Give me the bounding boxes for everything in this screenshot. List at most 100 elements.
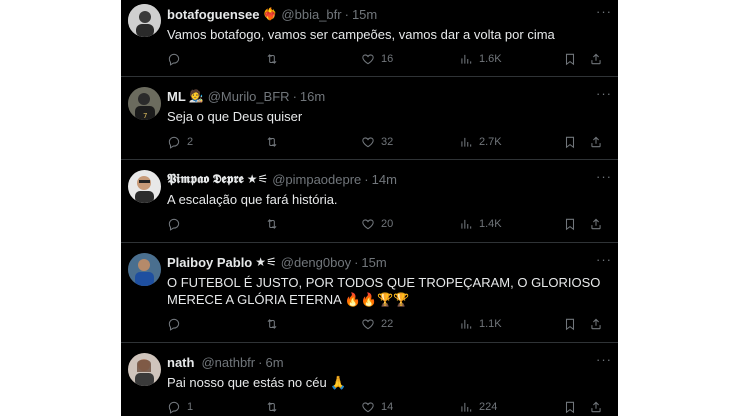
timestamp[interactable]: 15m [352, 7, 377, 22]
views-button[interactable]: 1.1K [459, 317, 563, 331]
tweet-text: Vamos botafogo, vamos ser campeões, vamo… [167, 27, 555, 42]
view-count: 1.1K [479, 318, 502, 330]
views-button[interactable]: 1.6K [459, 52, 563, 66]
timestamp[interactable]: 15m [361, 255, 386, 270]
bookmark-icon [563, 317, 577, 331]
bookmark-button[interactable] [563, 400, 589, 414]
retweet-button[interactable] [265, 400, 361, 414]
svg-text:7: 7 [143, 112, 147, 120]
retweet-button[interactable] [265, 135, 361, 149]
views-icon [459, 400, 473, 414]
reply-count: 1 [187, 401, 194, 413]
like-button[interactable]: 14 [361, 400, 459, 414]
bookmark-button[interactable] [563, 317, 589, 331]
user-handle[interactable]: @deng0boy [281, 255, 351, 270]
name-emoji: 🧑‍🎨 [188, 89, 204, 103]
separator-dot: · [258, 354, 263, 370]
share-button[interactable] [589, 217, 603, 231]
like-button[interactable]: 20 [361, 217, 459, 231]
like-count: 32 [381, 136, 394, 148]
user-handle[interactable]: @nathbfr [201, 355, 255, 370]
tweet-actions: 1 14 224 [167, 398, 608, 416]
user-handle[interactable]: @pimpaodepre [272, 172, 361, 187]
bookmark-icon [563, 135, 577, 149]
tweet-header: botafoguensee ❤️‍🔥 @bbia_bfr · 15m [167, 4, 610, 24]
display-name[interactable]: nath [167, 355, 194, 370]
tweet-text: Pai nosso que estás no céu 🙏 [167, 375, 347, 390]
like-count: 16 [381, 53, 394, 65]
retweet-button[interactable] [265, 317, 361, 331]
like-button[interactable]: 16 [361, 52, 459, 66]
more-options-icon[interactable]: ··· [596, 352, 612, 367]
view-count: 1.4K [479, 218, 502, 230]
avatar[interactable] [128, 253, 161, 286]
bookmark-button[interactable] [563, 52, 589, 66]
reply-button[interactable]: 1 [167, 400, 265, 414]
share-button[interactable] [589, 52, 603, 66]
reply-icon [167, 400, 181, 414]
more-options-icon[interactable]: ··· [596, 169, 612, 184]
retweet-button[interactable] [265, 217, 361, 231]
like-count: 14 [381, 401, 394, 413]
tweet[interactable]: 𝕻𝖎𝖒𝖕𝖆𝖔 𝕯𝖊𝖕𝖗𝖊 ★⚟ @pimpaodepre · 14m A esc… [121, 160, 618, 243]
user-handle[interactable]: @Murilo_BFR [208, 89, 290, 104]
reply-icon [167, 317, 181, 331]
more-options-icon[interactable]: ··· [596, 86, 612, 101]
views-button[interactable]: 1.4K [459, 217, 563, 231]
share-icon [589, 217, 603, 231]
timestamp[interactable]: 16m [300, 89, 325, 104]
like-button[interactable]: 22 [361, 317, 459, 331]
tweet-text: O FUTEBOL É JUSTO, POR TODOS QUE TROPEÇA… [167, 274, 610, 308]
like-count: 20 [381, 218, 394, 230]
avatar[interactable]: 7 [128, 87, 161, 120]
tweet[interactable]: Plaiboy Pablo ★⚟ @deng0boy · 15m O FUTEB… [121, 243, 618, 343]
separator-dot: · [354, 254, 359, 270]
views-icon [459, 317, 473, 331]
share-icon [589, 52, 603, 66]
tweet-actions: 2 32 2.7K [167, 133, 608, 151]
share-button[interactable] [589, 400, 603, 414]
bookmark-icon [563, 52, 577, 66]
reply-button[interactable]: 2 [167, 135, 265, 149]
views-button[interactable]: 224 [459, 400, 563, 414]
bookmark-icon [563, 217, 577, 231]
reply-icon [167, 135, 181, 149]
tweet[interactable]: botafoguensee ❤️‍🔥 @bbia_bfr · 15m Vamos… [121, 0, 618, 77]
reply-button[interactable] [167, 52, 265, 66]
name-emoji: ★⚟ [246, 172, 269, 186]
timestamp[interactable]: 6m [265, 355, 283, 370]
share-button[interactable] [589, 135, 603, 149]
more-options-icon[interactable]: ··· [596, 4, 612, 19]
name-emoji: ❤️‍🔥 [262, 7, 278, 21]
display-name[interactable]: Plaiboy Pablo [167, 255, 252, 270]
user-handle[interactable]: @bbia_bfr [281, 7, 341, 22]
views-button[interactable]: 2.7K [459, 135, 563, 149]
more-options-icon[interactable]: ··· [596, 252, 612, 267]
heart-icon [361, 217, 375, 231]
bookmark-button[interactable] [563, 217, 589, 231]
retweet-icon [265, 400, 279, 414]
tweet-actions: 16 1.6K [167, 50, 608, 68]
avatar[interactable] [128, 170, 161, 203]
timestamp[interactable]: 14m [372, 172, 397, 187]
views-icon [459, 52, 473, 66]
tweet-text: Seja o que Deus quiser [167, 109, 303, 124]
bookmark-button[interactable] [563, 135, 589, 149]
avatar[interactable] [128, 353, 161, 386]
heart-icon [361, 135, 375, 149]
avatar[interactable] [128, 4, 161, 37]
reply-button[interactable] [167, 217, 265, 231]
tweet-actions: 20 1.4K [167, 215, 608, 233]
display-name[interactable]: 𝕻𝖎𝖒𝖕𝖆𝖔 𝕯𝖊𝖕𝖗𝖊 [167, 171, 244, 187]
display-name[interactable]: ML [167, 89, 186, 104]
display-name[interactable]: botafoguensee [167, 7, 259, 22]
share-button[interactable] [589, 317, 603, 331]
tweet-text-line: MERECE A GLÓRIA ETERNA 🔥🔥🏆🏆 [167, 292, 410, 307]
share-icon [589, 317, 603, 331]
retweet-icon [265, 135, 279, 149]
like-button[interactable]: 32 [361, 135, 459, 149]
reply-button[interactable] [167, 317, 265, 331]
tweet[interactable]: nath @nathbfr · 6m Pai nosso que estás n… [121, 343, 618, 416]
tweet[interactable]: 7 ML 🧑‍🎨 @Murilo_BFR · 16m Seja o que De… [121, 77, 618, 160]
retweet-button[interactable] [265, 52, 361, 66]
